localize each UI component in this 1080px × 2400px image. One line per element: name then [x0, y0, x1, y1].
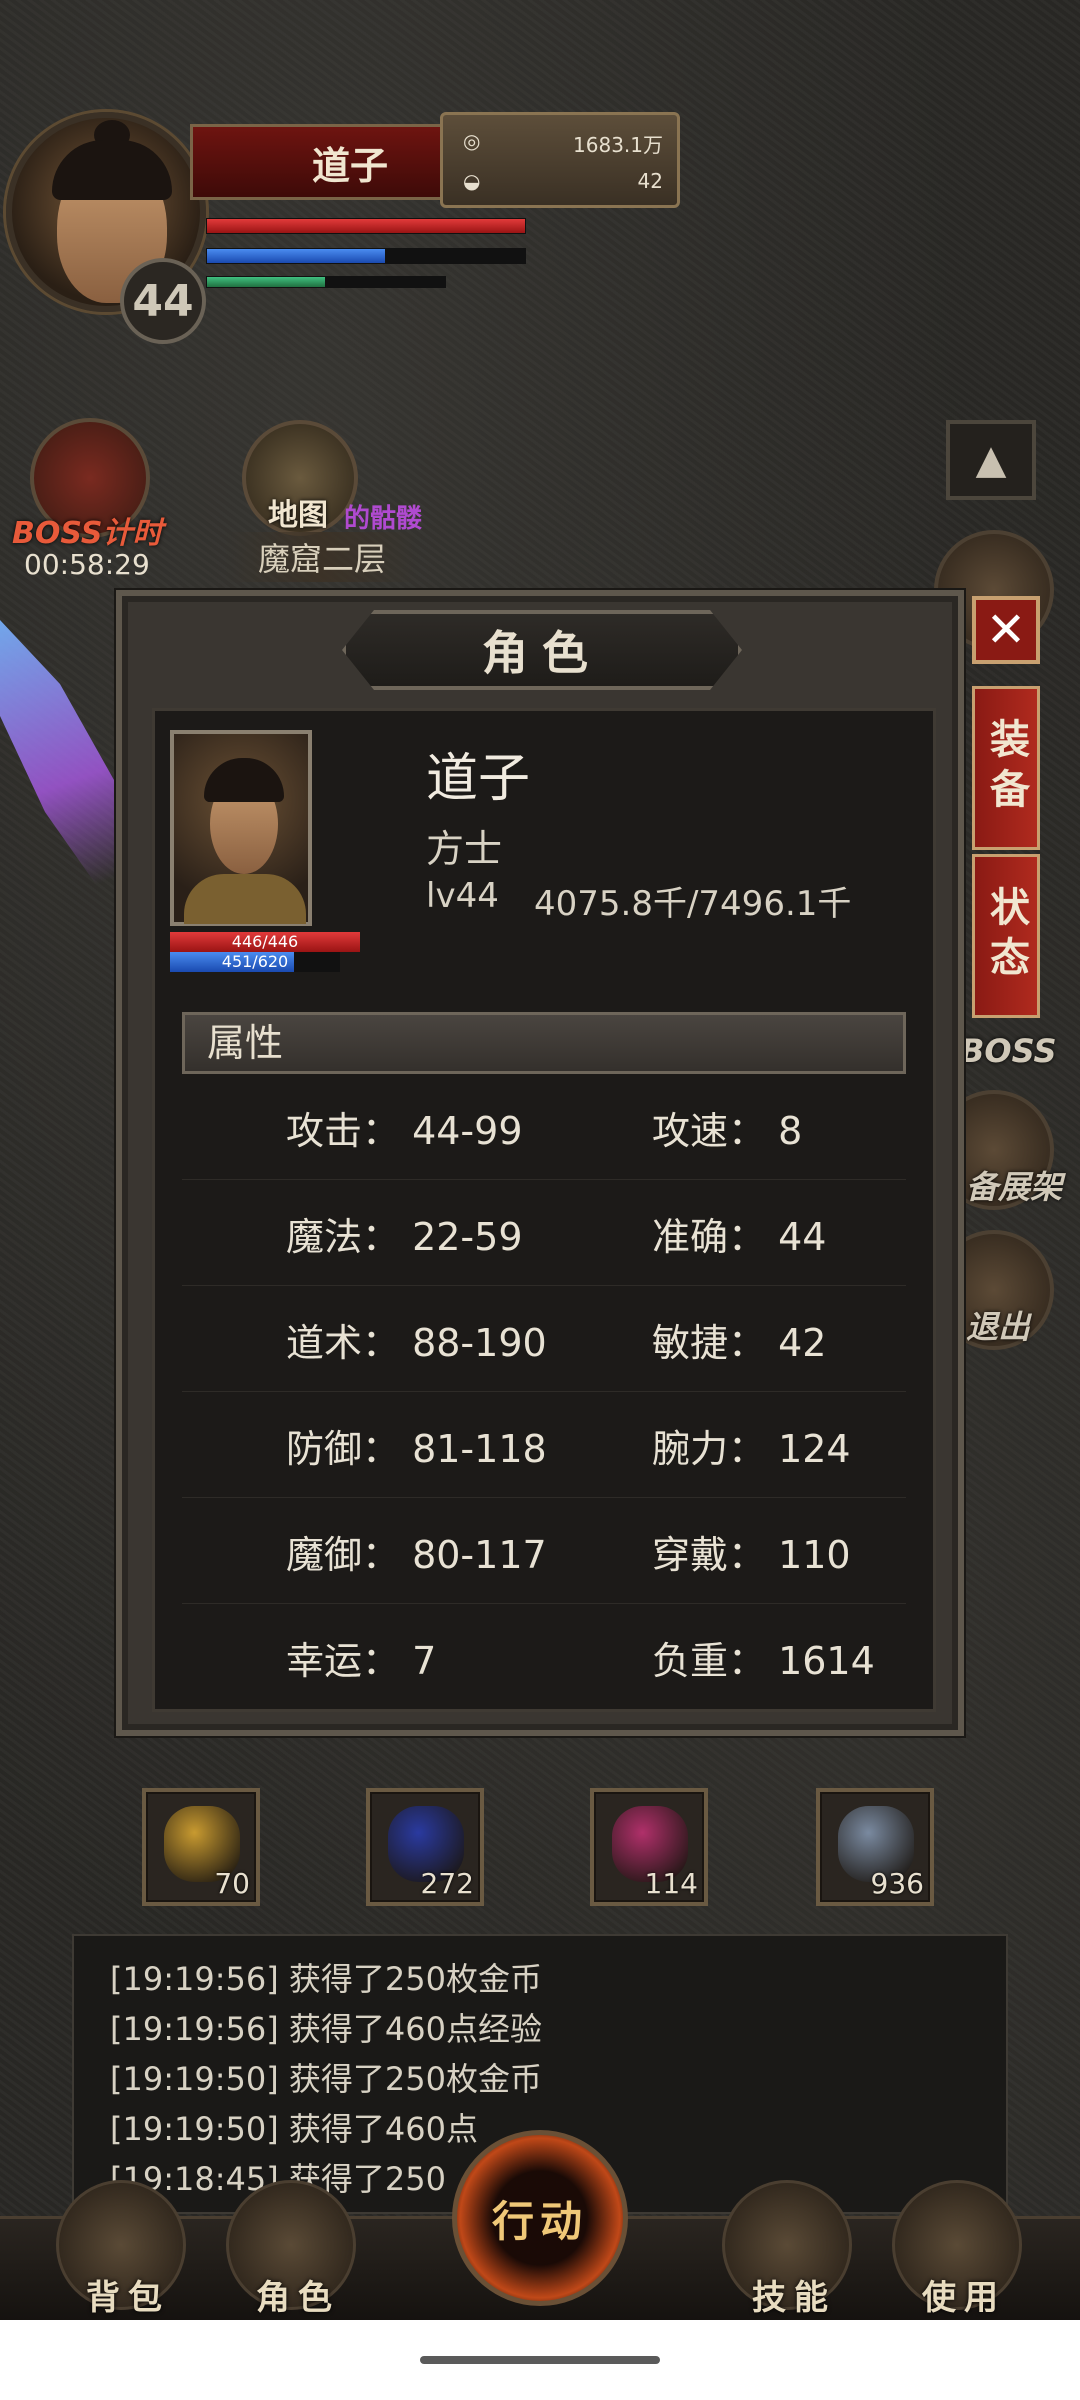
exp-bar: [206, 276, 326, 288]
stat-taoism: 道术： 88-190: [286, 1321, 547, 1365]
attributes-header: 属性: [182, 1012, 906, 1074]
character-mp: 451/620: [221, 952, 289, 971]
item-count: 936: [870, 1867, 924, 1900]
quick-item-3[interactable]: 114: [590, 1788, 708, 1906]
stat-row: 幸运： 7 负重： 1614: [182, 1604, 906, 1710]
gold-amount: 1683.1万: [573, 133, 663, 157]
exit-label: 退出: [966, 1308, 1031, 1346]
stat-weight: 负重： 1614: [652, 1639, 875, 1683]
quick-item-2[interactable]: 272: [366, 1788, 484, 1906]
stat-magic: 魔法： 22-59: [286, 1215, 523, 1259]
skill-label: 技能: [752, 2278, 836, 2318]
character-level: lv44: [426, 876, 499, 916]
character-name: 道子: [426, 749, 531, 809]
character-panel: 角色 446/446 451/620 道子 方士 lv44 4075.8千/74…: [116, 590, 964, 1736]
ingot-icon: ◒: [463, 169, 481, 193]
log-line: [19:19:50] 获得了250枚金币: [110, 2060, 542, 2098]
stat-row: 魔法： 22-59 准确： 44: [182, 1180, 906, 1286]
stat-luck: 幸运： 7: [286, 1639, 437, 1683]
stat-attack-speed: 攻速： 8: [652, 1109, 803, 1153]
quick-item-1[interactable]: 70: [142, 1788, 260, 1906]
stat-attack: 攻击： 44-99: [286, 1109, 523, 1153]
item-count: 70: [214, 1867, 250, 1900]
portrait-body: [184, 874, 306, 924]
item-count: 272: [420, 1867, 474, 1900]
log-line: [19:19:56] 获得了460点经验: [110, 2010, 542, 2048]
stat-row: 道术： 88-190 敏捷： 42: [182, 1286, 906, 1392]
stat-magic-defense: 魔御： 80-117: [286, 1533, 547, 1577]
stat-strength: 腕力： 124: [652, 1427, 851, 1471]
portrait-hair: [204, 758, 284, 802]
close-button[interactable]: ✕: [972, 596, 1040, 664]
map-label: 地图: [268, 498, 328, 533]
collapse-up-button[interactable]: ▲: [946, 420, 1036, 500]
target-name: 的骷髅: [344, 504, 423, 534]
boss-timer-label: BOSS计时: [12, 516, 163, 551]
stat-defense: 防御： 81-118: [286, 1427, 547, 1471]
log-line: [19:19:56] 获得了250枚金币: [110, 1960, 542, 1998]
player-level-badge: 44: [120, 258, 206, 344]
attribute-list: 攻击： 44-99 攻速： 8 魔法： 22-59 准确： 44 道术： 88-19…: [182, 1074, 906, 1710]
action-button[interactable]: 行动: [452, 2130, 628, 2306]
ingot-amount: 42: [637, 169, 663, 193]
hp-bar: [206, 218, 526, 234]
currency-panel: ◎ 1683.1万 ◒ 42: [440, 112, 680, 208]
stat-accuracy: 准确： 44: [652, 1215, 827, 1259]
mp-bar: [206, 248, 386, 264]
home-indicator[interactable]: [420, 2356, 660, 2364]
tab-status[interactable]: 状态: [972, 854, 1040, 1018]
item-count: 114: [644, 1867, 698, 1900]
boss-label-right: BOSS: [960, 1032, 1057, 1070]
boss-timer-value: 00:58:29: [24, 548, 150, 581]
bag-label: 背包: [86, 2278, 170, 2318]
role-label: 角色: [256, 2278, 340, 2318]
character-portrait: [170, 730, 312, 926]
tab-equipment[interactable]: 装备: [972, 686, 1040, 850]
panel-title: 角色: [342, 610, 742, 690]
use-label: 使用: [922, 2278, 1006, 2318]
current-floor: 魔窟二层: [224, 532, 420, 582]
character-exp: 4075.8千/7496.1千: [534, 884, 852, 924]
stat-wear: 穿戴： 110: [652, 1533, 851, 1577]
quick-item-4[interactable]: 936: [816, 1788, 934, 1906]
avatar-hair: [52, 140, 172, 200]
stat-agility: 敏捷： 42: [652, 1321, 827, 1365]
character-hp: 446/446: [170, 932, 360, 952]
display-shelf-label: 备展架: [966, 1168, 1063, 1206]
stat-row: 攻击： 44-99 攻速： 8: [182, 1074, 906, 1180]
stat-row: 魔御： 80-117 穿戴： 110: [182, 1498, 906, 1604]
gold-icon: ◎: [463, 129, 481, 153]
character-mp-bar: 451/620: [170, 952, 340, 972]
stat-row: 防御： 81-118 腕力： 124: [182, 1392, 906, 1498]
character-class: 方士: [426, 827, 503, 871]
